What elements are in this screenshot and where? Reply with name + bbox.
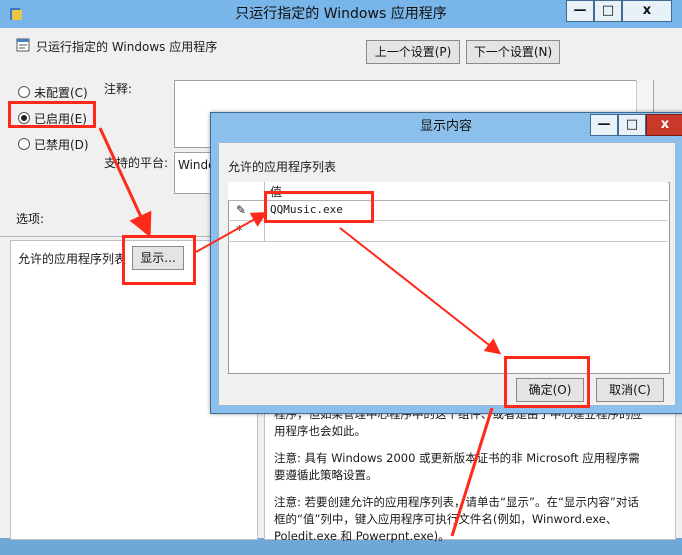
previous-setting-button[interactable]: 上一个设置(P)	[366, 40, 460, 64]
radio-disabled[interactable]: 已禁用(D)	[18, 136, 89, 153]
radio-label: 已禁用(D)	[34, 138, 89, 152]
dialog-maximize-button[interactable]: □	[618, 114, 646, 136]
highlight-value-cell	[264, 191, 374, 223]
policy-setting-icon	[16, 38, 30, 52]
dialog-minimize-button[interactable]: —	[590, 114, 618, 136]
highlight-ok-button	[504, 356, 590, 408]
pencil-icon: ✎	[236, 203, 247, 217]
dialog-list-label: 允许的应用程序列表	[228, 160, 337, 174]
supported-on-label: 支持的平台:	[104, 156, 169, 170]
comment-label: 注释:	[104, 82, 133, 96]
allowed-apps-label: 允许的应用程序列表	[18, 252, 127, 266]
help-paragraph: 注意: 若要创建允许的应用程序列表，请单击“显示”。在“显示内容”对话框的“值”…	[274, 495, 639, 543]
highlight-enabled-radio	[8, 101, 96, 128]
minimize-button[interactable]: —	[566, 0, 594, 22]
new-row-asterisk-icon: *	[236, 224, 243, 239]
policy-header-title: 只运行指定的 Windows 应用程序	[36, 40, 218, 54]
maximize-button[interactable]: □	[594, 0, 622, 22]
radio-circle[interactable]	[18, 138, 30, 150]
highlight-show-button	[122, 235, 196, 285]
radio-circle[interactable]	[18, 86, 30, 98]
next-setting-button[interactable]: 下一个设置(N)	[466, 40, 560, 64]
help-text: 程序，但如果管理中心程序中的这个组件、或者是由于中心建立程序的应用程序也会如此。…	[274, 406, 644, 555]
radio-not-configured[interactable]: 未配置(C)	[18, 84, 88, 101]
table-row-new[interactable]	[228, 221, 668, 242]
help-paragraph: 注意: 具有 Windows 2000 或更新版本证书的非 Microsoft …	[274, 451, 640, 482]
close-button[interactable]: x	[622, 0, 672, 22]
dialog-close-button[interactable]: x	[646, 114, 682, 136]
radio-label: 未配置(C)	[34, 86, 88, 100]
options-label: 选项:	[16, 212, 45, 226]
cancel-button[interactable]: 取消(C)	[596, 378, 664, 402]
